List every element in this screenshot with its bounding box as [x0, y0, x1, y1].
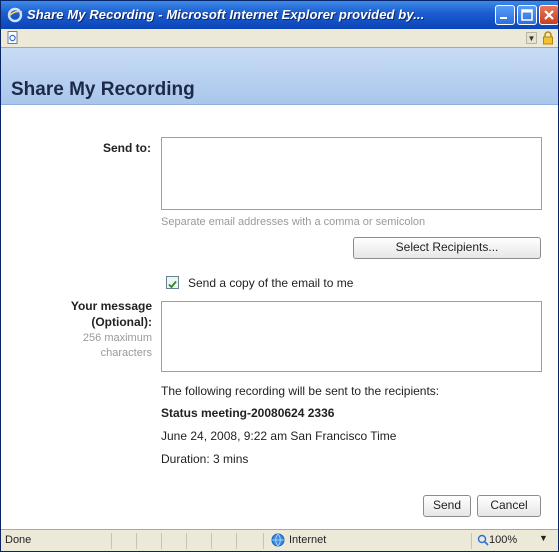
- close-icon: [544, 10, 554, 20]
- status-text: Done: [5, 534, 32, 546]
- status-divider: [471, 533, 472, 549]
- recording-intro: The following recording will be sent to …: [161, 384, 440, 398]
- zoom-icon: [477, 534, 489, 546]
- status-divider: [263, 533, 264, 549]
- cancel-button[interactable]: Cancel: [477, 495, 541, 517]
- close-button[interactable]: [539, 5, 558, 25]
- message-hint-line2: characters: [100, 347, 152, 359]
- status-divider: [236, 533, 237, 549]
- maximize-button[interactable]: [517, 5, 537, 25]
- recording-duration: Duration: 3 mins: [161, 452, 249, 466]
- send-button[interactable]: Send: [423, 495, 471, 517]
- recording-name: Status meeting-20080624 2336: [161, 406, 335, 420]
- recording-datetime: June 24, 2008, 9:22 am San Francisco Tim…: [161, 429, 397, 443]
- minimize-icon: [500, 17, 507, 19]
- send-to-hint: Separate email addresses with a comma or…: [161, 216, 426, 228]
- message-label-line1: Your message: [70, 299, 152, 313]
- select-recipients-button[interactable]: Select Recipients...: [353, 237, 541, 259]
- status-divider: [161, 533, 162, 549]
- zoom-dropdown-icon[interactable]: ▼: [539, 533, 548, 543]
- message-label-line2: (Optional):: [91, 315, 152, 329]
- security-zone[interactable]: Internet: [289, 534, 326, 546]
- status-divider: [211, 533, 212, 549]
- message-hint: 256 maximum characters: [31, 331, 152, 361]
- minimize-button[interactable]: [495, 5, 515, 25]
- send-to-field[interactable]: [161, 137, 542, 210]
- copy-checkbox[interactable]: [166, 276, 179, 289]
- globe-icon: [271, 533, 285, 547]
- lock-icon[interactable]: [542, 31, 554, 45]
- ie-logo-icon: [7, 7, 23, 23]
- checkmark-icon: [168, 280, 177, 289]
- status-bar: Done Internet 100% ▼: [1, 529, 558, 551]
- chevron-down-icon[interactable]: ▼: [526, 32, 537, 44]
- page-title: Share My Recording: [11, 79, 195, 100]
- maximize-icon: [521, 9, 533, 21]
- status-divider: [111, 533, 112, 549]
- send-to-label: Send to:: [103, 141, 151, 155]
- zoom-level[interactable]: 100%: [489, 534, 517, 546]
- message-label: Your message (Optional):: [31, 298, 152, 330]
- copy-checkbox-label[interactable]: Send a copy of the email to me: [188, 276, 353, 290]
- page-header: Share My Recording: [1, 48, 558, 105]
- window-title: Share My Recording - Microsoft Internet …: [27, 7, 425, 22]
- status-divider: [186, 533, 187, 549]
- address-bar: ▼: [1, 29, 558, 48]
- page-icon: [7, 31, 18, 44]
- title-bar[interactable]: Share My Recording - Microsoft Internet …: [1, 1, 558, 29]
- browser-window: Share My Recording - Microsoft Internet …: [0, 0, 559, 552]
- message-hint-line1: 256 maximum: [82, 332, 152, 344]
- status-divider: [136, 533, 137, 549]
- message-field[interactable]: [161, 301, 542, 372]
